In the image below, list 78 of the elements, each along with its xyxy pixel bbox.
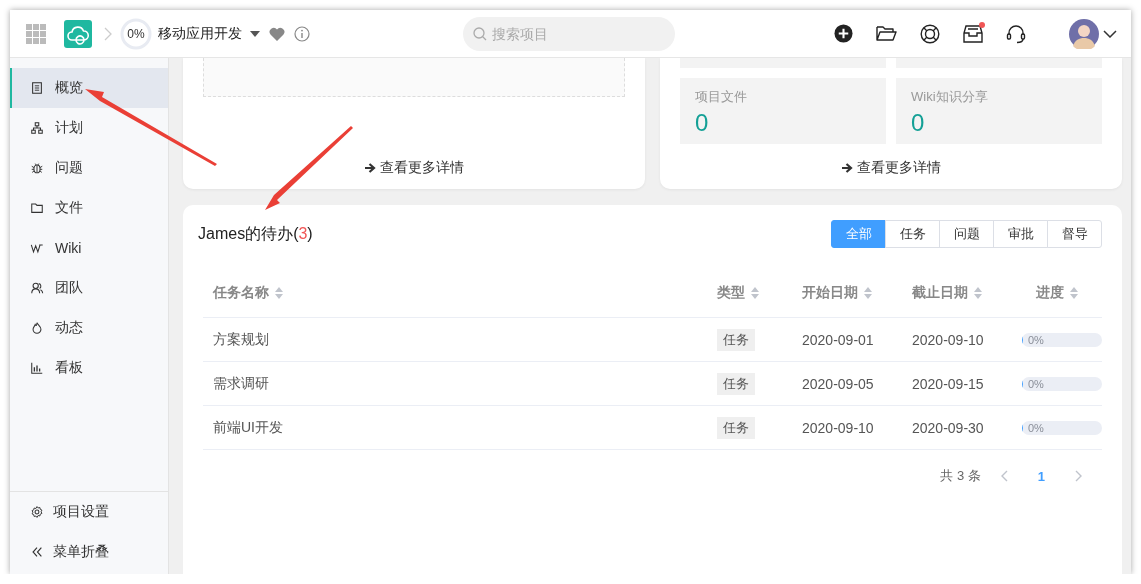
bug-icon: [30, 161, 44, 175]
stat-label: Wiki知识分享: [911, 88, 989, 106]
column-header[interactable]: 任务名称: [203, 268, 707, 318]
chevron-down-icon[interactable]: [1103, 29, 1117, 38]
sort-icon[interactable]: [864, 286, 872, 299]
progress-bar: 0%: [1022, 332, 1102, 347]
info-icon[interactable]: [294, 25, 310, 42]
sidebar-item[interactable]: 团队: [10, 268, 168, 308]
sidebar-item[interactable]: 动态: [10, 308, 168, 348]
search-icon: [473, 26, 487, 41]
date-cell: 2020-09-10: [902, 317, 1012, 362]
lifebuoy-icon[interactable]: [920, 23, 940, 44]
progress-bar: 0%: [1022, 420, 1102, 435]
caret-down-icon[interactable]: [250, 30, 260, 37]
w-letter-icon: [30, 241, 44, 255]
previous-page-icon[interactable]: [1000, 470, 1008, 482]
sidebar-item[interactable]: 文件: [10, 188, 168, 228]
headset-icon[interactable]: [1006, 23, 1026, 44]
sidebar-item[interactable]: 看板: [10, 348, 168, 388]
total-count: 共 3 条: [940, 467, 981, 485]
task-name-cell[interactable]: 需求调研: [203, 361, 707, 406]
inbox-icon[interactable]: [963, 24, 983, 43]
task-name-cell[interactable]: 方案规划: [203, 317, 707, 362]
date-cell: 2020-09-30: [902, 405, 1012, 450]
sort-icon[interactable]: [275, 286, 283, 299]
arrow-right-icon: [364, 162, 376, 174]
more-details-link[interactable]: 查看更多详情: [841, 159, 941, 177]
filter-tab[interactable]: 审批: [993, 220, 1048, 248]
folder-icon[interactable]: [876, 25, 897, 42]
stat-value: 0: [911, 109, 926, 137]
date-cell: 2020-09-15: [902, 361, 1012, 406]
task-name-cell[interactable]: 前端UI开发: [203, 405, 707, 450]
double-chevron-icon: [30, 545, 44, 559]
progress-ring: 0%: [120, 17, 152, 50]
column-header[interactable]: 截止日期: [902, 268, 1012, 318]
hierarchy-icon: [30, 121, 44, 135]
type-tag: 任务: [717, 372, 755, 395]
stat-label: 项目文件: [695, 88, 748, 106]
search-field[interactable]: 搜索项目: [463, 16, 675, 51]
filter-tab[interactable]: 问题: [939, 220, 994, 248]
arrow-right-icon: [841, 162, 853, 174]
heart-icon[interactable]: [269, 26, 285, 41]
sort-icon[interactable]: [751, 286, 759, 299]
date-cell: 2020-09-05: [792, 361, 902, 406]
chevron-right-icon: [104, 26, 112, 41]
sidebar-item[interactable]: 项目设置: [10, 492, 168, 532]
sidebar-item[interactable]: 计划: [10, 108, 168, 148]
folder-icon: [30, 201, 44, 215]
more-details-link[interactable]: 查看更多详情: [364, 159, 464, 177]
settings-icon: [30, 505, 44, 519]
bar-chart-icon: [30, 361, 44, 375]
filter-tab[interactable]: 督导: [1047, 220, 1102, 248]
sidebar-item[interactable]: 菜单折叠: [10, 532, 168, 572]
column-header[interactable]: 开始日期: [792, 268, 902, 318]
progress-bar: 0%: [1022, 376, 1102, 391]
type-tag: 任务: [717, 416, 755, 439]
next-page-icon[interactable]: [1075, 470, 1082, 482]
people-icon: [30, 281, 44, 295]
sort-icon[interactable]: [1070, 286, 1078, 299]
stat-value: 0: [695, 109, 710, 137]
project-name[interactable]: 移动应用开发: [158, 24, 242, 43]
add-icon[interactable]: [834, 24, 853, 43]
sidebar-item[interactable]: 问题: [10, 148, 168, 188]
list-icon: [30, 81, 44, 95]
type-tag: 任务: [717, 328, 755, 351]
column-header[interactable]: 类型: [707, 268, 792, 318]
avatar[interactable]: [1069, 18, 1099, 49]
sort-icon[interactable]: [974, 286, 982, 299]
sidebar-item[interactable]: 概览: [10, 68, 168, 108]
column-header[interactable]: 进度: [1012, 268, 1102, 318]
flame-icon: [30, 321, 44, 335]
card-title: James的待办(3): [198, 223, 313, 244]
filter-tab[interactable]: 任务: [885, 220, 940, 248]
cloud-logo-icon[interactable]: [64, 19, 92, 48]
sidebar-item[interactable]: Wiki: [10, 228, 168, 268]
date-cell: 2020-09-01: [792, 317, 902, 362]
date-cell: 2020-09-10: [792, 405, 902, 450]
apps-grid-icon[interactable]: [26, 23, 46, 44]
